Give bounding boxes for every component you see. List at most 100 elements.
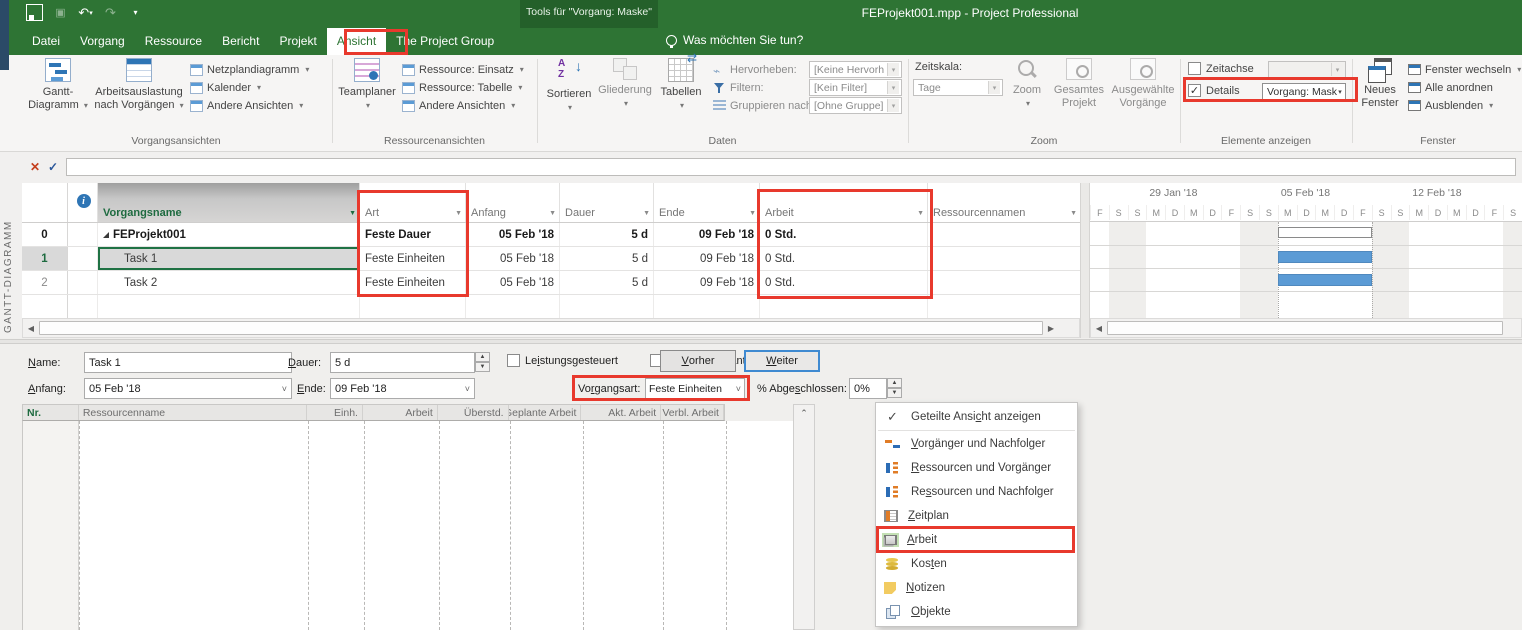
timescale-header[interactable]: 29 Jan '1805 Feb '1812 Feb '18FSSMDMDFSS…	[1090, 183, 1522, 222]
cell-name[interactable]: FEProjekt001	[98, 223, 360, 246]
column-header-ressourcennamen[interactable]: Ressourcennamen▼	[928, 183, 1080, 222]
ende-combo[interactable]: 09 Feb '18˅	[330, 378, 475, 399]
gruppieren-control[interactable]: Gruppieren nach:	[713, 97, 815, 114]
cell-arbeit[interactable]: 0 Std.	[760, 223, 928, 246]
scroll-left-icon[interactable]: ◀	[1091, 319, 1107, 337]
teamplaner-button[interactable]: Teamplaner▾	[336, 58, 398, 112]
leistungsgesteuert-checkbox[interactable]: Leistungsgesteuert	[507, 354, 618, 367]
arbeitsauslastung-button[interactable]: Arbeitsauslastung nach Vorgängen ▾	[92, 58, 186, 112]
table-row[interactable]: 1Task 1Feste Einheiten05 Feb '185 d09 Fe…	[22, 247, 1080, 271]
hervorheben-dropdown[interactable]: [Keine Hervorh▾	[809, 61, 902, 78]
expand-triangle-icon[interactable]	[103, 232, 109, 238]
redo-icon[interactable]: ↷	[103, 5, 118, 20]
menu-item-kosten[interactable]: Kosten	[876, 552, 1077, 576]
tab-projekt[interactable]: Projekt	[269, 28, 326, 55]
tab-ressource[interactable]: Ressource	[135, 28, 212, 55]
menu-item-vorgaenger-und-nachfolger[interactable]: Vorgänger und Nachfolger	[876, 432, 1077, 456]
summary-bar[interactable]	[1278, 227, 1372, 238]
row-number-header[interactable]	[22, 183, 68, 222]
save-icon[interactable]	[26, 4, 43, 21]
scrollbar-thumb[interactable]	[1107, 321, 1503, 335]
info-column-header[interactable]: i	[68, 183, 98, 222]
anfang-combo[interactable]: 05 Feb '18˅	[84, 378, 292, 399]
cell-arbeit[interactable]: 0 Std.	[760, 247, 928, 270]
cell-dauer[interactable]: 5 d	[560, 271, 654, 294]
cell-art[interactable]: Feste Einheiten	[360, 271, 466, 294]
accept-entry-icon[interactable]: ✓	[45, 158, 61, 176]
ausblenden-button[interactable]: Ausblenden▾	[1408, 97, 1493, 114]
cell-dauer[interactable]: 5 d	[560, 247, 654, 270]
cell-anfang[interactable]: 05 Feb '18	[466, 223, 560, 246]
cell-anfang[interactable]: 05 Feb '18	[466, 271, 560, 294]
undo-icon[interactable]: ↶▾	[78, 5, 93, 20]
form-column-header[interactable]: Arbeit	[363, 405, 438, 420]
form-vertical-scrollbar[interactable]: ⌃	[793, 404, 815, 630]
cell-num[interactable]: 1	[22, 247, 68, 270]
abgeschlossen-input[interactable]: 0%	[849, 378, 887, 399]
menu-item-objekte[interactable]: Objekte	[876, 600, 1077, 624]
form-table-body[interactable]	[22, 421, 793, 630]
tabellen-button[interactable]: Tabellen▾	[655, 58, 707, 112]
zeitskala-dropdown[interactable]: Tage▾	[913, 79, 1003, 96]
andere-ansichten-ressource-button[interactable]: Andere Ansichten▾	[402, 97, 515, 114]
cell-ende[interactable]: 09 Feb '18	[654, 271, 760, 294]
form-column-header[interactable]: Verbl. Arbeit	[661, 405, 724, 420]
form-column-header[interactable]: Ressourcenname	[79, 405, 307, 420]
filtern-dropdown[interactable]: [Kein Filter]▾	[809, 79, 902, 96]
form-column-header[interactable]: Einh.	[307, 405, 363, 420]
hervorheben-control[interactable]: Hervorheben:	[713, 61, 797, 78]
qat-customize-icon[interactable]: ▾	[128, 5, 143, 20]
tab-datei[interactable]: Datei	[22, 28, 70, 55]
table-chart-splitter[interactable]	[1080, 183, 1090, 338]
dauer-spinner[interactable]: ▲▼	[475, 352, 490, 372]
cell-ress[interactable]	[928, 223, 1080, 246]
kalender-button[interactable]: Kalender▾	[190, 79, 261, 96]
zoom-button[interactable]: Zoom▾	[1006, 58, 1048, 110]
autosave-icon[interactable]: ▣	[53, 5, 68, 20]
scrollbar-thumb[interactable]	[39, 321, 1043, 335]
cancel-entry-icon[interactable]: ✕	[27, 158, 43, 176]
entry-field[interactable]	[66, 158, 1516, 176]
gesamtes-projekt-button[interactable]: Gesamtes Projekt	[1048, 58, 1110, 109]
menu-item-geteilte-ansicht-anzeigen[interactable]: Geteilte Ansicht anzeigen	[876, 405, 1077, 429]
cell-art[interactable]: Feste Einheiten	[360, 247, 466, 270]
tab-the-project-group[interactable]: The Project Group	[386, 28, 504, 55]
gliederung-button[interactable]: Gliederung▾	[597, 58, 653, 110]
column-header-dauer[interactable]: Dauer▼	[560, 183, 654, 222]
dauer-input[interactable]: 5 d	[330, 352, 475, 373]
task-bar[interactable]	[1278, 251, 1372, 263]
andere-ansichten-button[interactable]: Andere Ansichten▾	[190, 97, 303, 114]
cell-name[interactable]: Task 2	[98, 271, 360, 294]
gruppieren-dropdown[interactable]: [Ohne Gruppe]▾	[809, 97, 902, 114]
neues-fenster-button[interactable]: Neues Fenster	[1356, 58, 1404, 109]
cell-name[interactable]: Task 1	[98, 247, 360, 270]
tell-me-search[interactable]: Was möchten Sie tun?	[666, 33, 803, 47]
cell-ress[interactable]	[928, 271, 1080, 294]
column-header-anfang[interactable]: Anfang▼	[466, 183, 560, 222]
gantt-diagramm-button[interactable]: Gantt-Diagramm ▾	[26, 58, 90, 112]
tab-ansicht[interactable]: Ansicht	[327, 28, 386, 55]
menu-item-notizen[interactable]: Notizen	[876, 576, 1077, 600]
menu-item-zeitplan[interactable]: Zeitplan	[876, 504, 1077, 528]
cell-ende[interactable]: 09 Feb '18	[654, 223, 760, 246]
scroll-left-icon[interactable]: ◀	[23, 319, 39, 337]
vorgangsart-combo[interactable]: Feste Einheiten˅	[645, 378, 745, 399]
tab-bericht[interactable]: Bericht	[212, 28, 269, 55]
chart-horizontal-scrollbar[interactable]: ◀	[1090, 318, 1522, 338]
sortieren-button[interactable]: AZ Sortieren▾	[543, 58, 595, 114]
scroll-up-icon[interactable]: ⌃	[794, 405, 814, 421]
cell-info[interactable]	[68, 223, 98, 246]
scroll-right-icon[interactable]: ▶	[1043, 319, 1059, 337]
menu-item-arbeit[interactable]: Arbeit	[876, 528, 1077, 552]
alle-anordnen-button[interactable]: Alle anordnen	[1408, 79, 1493, 96]
cell-ende[interactable]: 09 Feb '18	[654, 247, 760, 270]
tab-vorgang[interactable]: Vorgang	[70, 28, 135, 55]
zeitachse-checkbox[interactable]: Zeitachse	[1188, 62, 1254, 75]
cell-arbeit[interactable]: 0 Std.	[760, 271, 928, 294]
cell-info[interactable]	[68, 271, 98, 294]
menu-item-ressourcen-und-nachfolger[interactable]: Ressourcen und Nachfolger	[876, 480, 1077, 504]
abgeschlossen-spinner[interactable]: ▲▼	[887, 378, 902, 398]
details-checkbox[interactable]: ✓ Details	[1188, 84, 1240, 97]
cell-dauer[interactable]: 5 d	[560, 223, 654, 246]
weiter-button[interactable]: Weiter	[744, 350, 820, 372]
